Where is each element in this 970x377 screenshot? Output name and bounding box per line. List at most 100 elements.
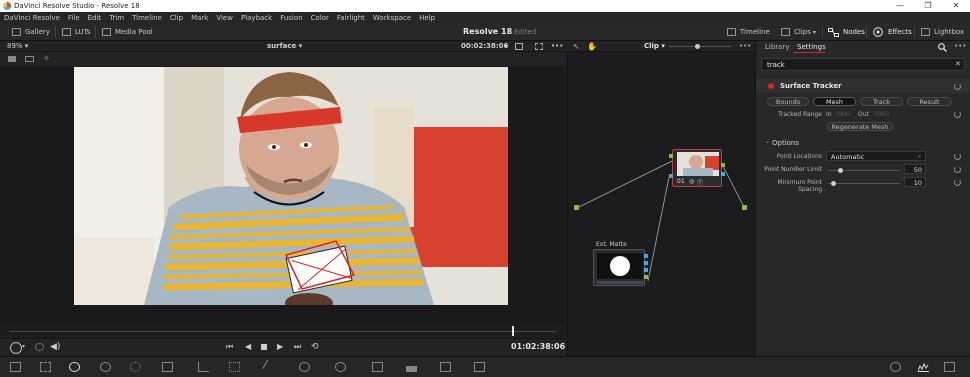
menu-view[interactable]: View bbox=[216, 14, 233, 22]
slider-handle[interactable] bbox=[838, 168, 843, 173]
restore-button[interactable]: ❐ bbox=[914, 0, 942, 12]
options-header[interactable]: Options bbox=[772, 139, 799, 147]
matte-port-1[interactable] bbox=[644, 254, 648, 258]
menu-davinci-resolve[interactable]: DaVinci Resolve bbox=[4, 14, 60, 22]
scope-toggle-icon[interactable] bbox=[890, 362, 901, 372]
viewer-mode-icon[interactable] bbox=[515, 43, 523, 50]
point-number-limit-field[interactable]: 50 bbox=[904, 164, 926, 174]
effects-button[interactable]: Effects bbox=[873, 23, 912, 41]
regenerate-mesh-button[interactable]: Regenerate Mesh bbox=[827, 122, 893, 131]
hand-tool-icon[interactable]: ✋ bbox=[587, 42, 597, 51]
paint-tool-icon[interactable] bbox=[262, 359, 277, 375]
tab-library[interactable]: Library bbox=[765, 43, 789, 51]
grid-warp-icon[interactable] bbox=[229, 362, 240, 372]
node-output-port[interactable] bbox=[721, 163, 725, 167]
clip-info-icon[interactable] bbox=[10, 342, 22, 354]
loop-playback-icon[interactable]: ⟲ bbox=[311, 342, 319, 352]
reset-icon[interactable] bbox=[954, 83, 961, 90]
zoom-dropdown[interactable]: 89% ▾ bbox=[7, 41, 28, 52]
playhead[interactable] bbox=[512, 326, 515, 336]
text-tool-icon[interactable] bbox=[372, 362, 383, 372]
chevron-down-icon[interactable]: ▾ bbox=[22, 343, 25, 350]
matte-port-3[interactable] bbox=[644, 268, 648, 272]
timeline-button[interactable]: Timeline bbox=[727, 23, 770, 41]
zoom-tool-icon[interactable] bbox=[100, 362, 111, 372]
bspline-tool-icon[interactable] bbox=[198, 362, 209, 372]
ellipse-tool-icon[interactable] bbox=[299, 362, 310, 372]
fullscreen-icon[interactable] bbox=[535, 43, 543, 50]
zoom-slider-handle[interactable] bbox=[695, 44, 700, 49]
tracker-tool-icon[interactable] bbox=[335, 362, 346, 372]
menu-mark[interactable]: Mark bbox=[191, 14, 208, 22]
menu-file[interactable]: File bbox=[68, 14, 80, 22]
search-icon[interactable] bbox=[938, 43, 947, 52]
volume-icon[interactable]: ◀) bbox=[50, 342, 60, 352]
search-input[interactable]: track ✕ bbox=[761, 58, 965, 71]
menu-workspace[interactable]: Workspace bbox=[373, 14, 411, 22]
source-input-port[interactable] bbox=[574, 205, 579, 210]
gallery-button[interactable]: Gallery bbox=[12, 23, 50, 41]
tab-settings[interactable]: Settings bbox=[797, 43, 826, 51]
nodes-button[interactable]: Nodes bbox=[828, 23, 865, 41]
pointer-tool-icon[interactable]: ↖ bbox=[573, 42, 580, 51]
reset-icon[interactable] bbox=[954, 153, 961, 160]
clips-button[interactable]: Clips ▾ bbox=[781, 23, 816, 41]
node-editor[interactable]: 01 ◎ ⓕ Ext. Matte bbox=[567, 41, 755, 356]
point-locations-dropdown[interactable]: Automatic ⌄ bbox=[826, 151, 926, 161]
particles-tool-icon[interactable] bbox=[130, 362, 141, 372]
luts-button[interactable]: LUTs bbox=[62, 23, 90, 41]
menu-timeline[interactable]: Timeline bbox=[132, 14, 162, 22]
magic-wand-icon[interactable]: ✧ bbox=[43, 54, 50, 63]
reset-icon[interactable] bbox=[954, 166, 961, 173]
slider-handle[interactable] bbox=[831, 181, 836, 186]
menu-clip[interactable]: Clip bbox=[170, 14, 183, 22]
play-reverse-icon[interactable]: ◀ bbox=[245, 342, 251, 351]
node-key-input-port[interactable] bbox=[669, 174, 673, 178]
transform-tool-icon[interactable] bbox=[40, 362, 51, 372]
min-spacing-field[interactable]: 10 bbox=[904, 177, 926, 187]
channel-tool-icon[interactable] bbox=[406, 362, 417, 372]
output-port[interactable] bbox=[742, 205, 747, 210]
node-input-port[interactable] bbox=[669, 154, 673, 158]
go-to-end-icon[interactable]: ⏭ bbox=[294, 342, 301, 352]
timeline-scrubber[interactable] bbox=[0, 324, 566, 338]
menu-playback[interactable]: Playback bbox=[241, 14, 272, 22]
close-button[interactable]: ✕ bbox=[942, 0, 970, 12]
reset-icon[interactable] bbox=[954, 179, 961, 186]
node-01[interactable]: 01 ◎ ⓕ bbox=[672, 149, 722, 187]
add-tool-icon[interactable] bbox=[69, 362, 80, 372]
point-number-limit-slider[interactable] bbox=[828, 168, 900, 173]
single-view-icon[interactable] bbox=[8, 56, 16, 62]
merge-tool-icon[interactable] bbox=[474, 362, 485, 372]
menu-fusion[interactable]: Fusion bbox=[280, 14, 302, 22]
node-mode-dropdown[interactable]: Clip ▾ bbox=[644, 42, 665, 50]
chevron-down-icon[interactable]: ▾ bbox=[504, 41, 508, 52]
tab-bounds[interactable]: Bounds bbox=[767, 97, 809, 106]
loop-icon[interactable] bbox=[35, 343, 44, 351]
stop-icon[interactable] bbox=[261, 344, 267, 350]
more-options-icon[interactable]: ••• bbox=[551, 41, 563, 52]
video-viewer[interactable] bbox=[0, 66, 566, 324]
menu-color[interactable]: Color bbox=[311, 14, 329, 22]
clear-search-icon[interactable]: ✕ bbox=[955, 60, 961, 68]
play-icon[interactable]: ▶ bbox=[277, 342, 283, 351]
menu-edit[interactable]: Edit bbox=[88, 14, 102, 22]
more-options-icon[interactable]: ••• bbox=[954, 42, 966, 50]
node-key-output-port[interactable] bbox=[721, 172, 725, 176]
min-spacing-slider[interactable] bbox=[828, 181, 900, 186]
menu-help[interactable]: Help bbox=[419, 14, 435, 22]
media-pool-button[interactable]: Media Pool bbox=[102, 23, 153, 41]
tool-enabled-icon[interactable] bbox=[768, 83, 774, 89]
curves-tool-icon[interactable] bbox=[10, 362, 21, 372]
tab-mesh[interactable]: Mesh bbox=[813, 97, 856, 106]
waveform-icon[interactable] bbox=[918, 362, 929, 372]
mask-tool-icon[interactable] bbox=[162, 362, 173, 372]
more-options-icon[interactable]: ••• bbox=[739, 42, 751, 50]
tab-track[interactable]: Track bbox=[860, 97, 903, 106]
lightbox-button[interactable]: Lightbox bbox=[921, 23, 964, 41]
video-output-icon[interactable] bbox=[944, 362, 955, 372]
tab-result[interactable]: Result bbox=[907, 97, 952, 106]
node-zoom-slider[interactable] bbox=[669, 44, 731, 49]
split-view-icon[interactable] bbox=[25, 56, 34, 62]
reset-icon[interactable] bbox=[954, 111, 961, 118]
